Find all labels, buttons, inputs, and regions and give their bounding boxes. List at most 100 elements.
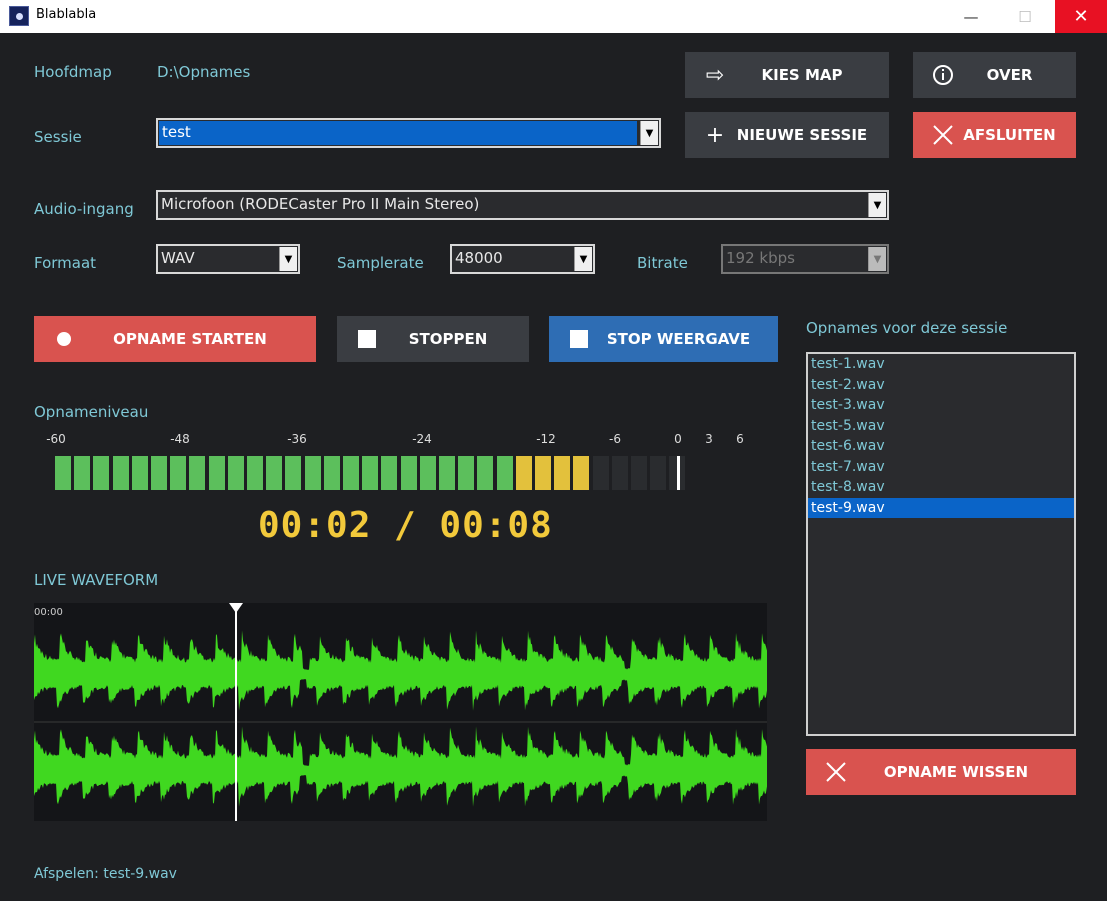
meter-segment bbox=[611, 456, 628, 490]
waveform-display[interactable]: 00:00 bbox=[34, 603, 767, 821]
sessie-dropdown-value: test bbox=[159, 121, 637, 145]
waveform-left-channel bbox=[34, 630, 767, 711]
list-item[interactable]: test-6.wav bbox=[808, 436, 1074, 457]
minimize-button[interactable]: — bbox=[948, 0, 994, 33]
meter-tick-label: -60 bbox=[46, 432, 66, 446]
title-bar: Blablabla — ☐ ✕ bbox=[0, 0, 1107, 33]
meter-segment bbox=[247, 456, 263, 490]
meter-segment bbox=[55, 456, 71, 490]
stop-square-icon bbox=[355, 327, 379, 351]
meter-tick-label: -6 bbox=[609, 432, 621, 446]
waveform-right-channel bbox=[34, 726, 767, 807]
meter-segment bbox=[554, 456, 571, 490]
meter-segment bbox=[496, 456, 513, 490]
meter-peak-marker bbox=[677, 456, 680, 490]
list-item[interactable]: test-9.wav bbox=[808, 497, 1074, 518]
kies-map-button[interactable]: ⇨ KIES MAP bbox=[685, 52, 889, 98]
chevron-down-icon[interactable]: ▼ bbox=[640, 121, 658, 145]
meter-segment bbox=[170, 456, 187, 490]
meter-segment bbox=[381, 456, 398, 490]
opnames-list-label: Opnames voor deze sessie bbox=[806, 319, 1008, 337]
stop-weergave-button[interactable]: STOP WEERGAVE bbox=[549, 316, 778, 362]
waveform-time-label: 00:00 bbox=[34, 607, 63, 618]
hoofdmap-label: Hoofdmap bbox=[34, 63, 112, 81]
audio-ingang-dropdown[interactable]: Microfoon (RODECaster Pro II Main Stereo… bbox=[156, 190, 889, 220]
playback-time: 00:02 / 00:08 bbox=[258, 505, 553, 546]
meter-segment bbox=[266, 456, 283, 490]
meter-segment bbox=[112, 456, 129, 490]
chevron-down-icon[interactable]: ▼ bbox=[574, 247, 592, 271]
record-dot-icon bbox=[52, 327, 76, 351]
meter-segment bbox=[458, 456, 475, 490]
level-meter bbox=[55, 456, 747, 490]
over-button[interactable]: OVER bbox=[913, 52, 1076, 98]
meter-tick-label: 6 bbox=[736, 432, 744, 446]
afsluiten-button[interactable]: AFSLUITEN bbox=[913, 112, 1076, 158]
formaat-label: Formaat bbox=[34, 254, 97, 272]
list-item[interactable]: test-2.wav bbox=[808, 375, 1074, 396]
chevron-down-icon: ▼ bbox=[868, 247, 886, 271]
meter-segment bbox=[151, 456, 167, 490]
stop-square-icon bbox=[567, 327, 591, 351]
chevron-down-icon[interactable]: ▼ bbox=[279, 247, 297, 271]
list-item[interactable]: test-3.wav bbox=[808, 395, 1074, 416]
sessie-dropdown[interactable]: test ▼ bbox=[156, 118, 661, 148]
meter-segment bbox=[285, 456, 302, 490]
meter-segment bbox=[592, 456, 609, 490]
maximize-button[interactable]: ☐ bbox=[1002, 0, 1048, 33]
meter-tick-label: 3 bbox=[705, 432, 713, 446]
stoppen-button[interactable]: STOPPEN bbox=[337, 316, 529, 362]
meter-segment bbox=[189, 456, 206, 490]
meter-segment bbox=[208, 456, 225, 490]
list-item[interactable]: test-5.wav bbox=[808, 416, 1074, 437]
meter-segment bbox=[650, 456, 667, 490]
close-icon bbox=[931, 123, 955, 147]
meter-segment bbox=[131, 456, 148, 490]
opname-wissen-button[interactable]: OPNAME WISSEN bbox=[806, 749, 1076, 795]
bitrate-dropdown: 192 kbps ▼ bbox=[721, 244, 889, 274]
meter-segment bbox=[362, 456, 379, 490]
meter-segment bbox=[631, 456, 647, 490]
samplerate-dropdown[interactable]: 48000 ▼ bbox=[450, 244, 595, 274]
meter-segment bbox=[323, 456, 340, 490]
audio-ingang-label: Audio-ingang bbox=[34, 200, 134, 218]
list-item[interactable]: test-7.wav bbox=[808, 457, 1074, 478]
meter-segment bbox=[515, 456, 532, 490]
meter-segment bbox=[227, 456, 244, 490]
opnameniveau-label: Opnameniveau bbox=[34, 403, 149, 421]
arrow-right-icon: ⇨ bbox=[705, 62, 725, 88]
meter-segment bbox=[439, 456, 455, 490]
app-icon bbox=[9, 6, 29, 26]
bitrate-value: 192 kbps bbox=[726, 249, 795, 267]
formaat-dropdown[interactable]: WAV ▼ bbox=[156, 244, 300, 274]
meter-segment bbox=[74, 456, 91, 490]
samplerate-label: Samplerate bbox=[337, 254, 424, 272]
bitrate-label: Bitrate bbox=[637, 254, 688, 272]
chevron-down-icon[interactable]: ▼ bbox=[868, 193, 886, 217]
audio-ingang-value: Microfoon (RODECaster Pro II Main Stereo… bbox=[161, 195, 480, 213]
opname-starten-button[interactable]: OPNAME STARTEN bbox=[34, 316, 316, 362]
status-text: Afspelen: test-9.wav bbox=[34, 866, 177, 882]
window-title: Blablabla bbox=[36, 7, 97, 22]
meter-tick-label: -12 bbox=[536, 432, 556, 446]
list-item[interactable]: test-1.wav bbox=[808, 354, 1074, 375]
meter-tick-label: -36 bbox=[287, 432, 307, 446]
info-icon bbox=[931, 63, 955, 87]
hoofdmap-path: D:\Opnames bbox=[157, 63, 251, 81]
meter-segment bbox=[304, 456, 321, 490]
live-waveform-label: LIVE WAVEFORM bbox=[34, 571, 159, 589]
nieuwe-sessie-button[interactable]: + NIEUWE SESSIE bbox=[685, 112, 889, 158]
meter-segment bbox=[400, 456, 417, 490]
meter-segment bbox=[535, 456, 551, 490]
meter-tick-label: -48 bbox=[170, 432, 190, 446]
meter-segment bbox=[93, 456, 110, 490]
close-window-button[interactable]: ✕ bbox=[1055, 0, 1107, 33]
meter-segment bbox=[573, 456, 590, 490]
list-item[interactable]: test-8.wav bbox=[808, 477, 1074, 498]
sessie-label: Sessie bbox=[34, 128, 82, 146]
meter-tick-label: 0 bbox=[674, 432, 682, 446]
plus-icon: + bbox=[705, 122, 725, 148]
close-icon bbox=[824, 760, 848, 784]
meter-tick-label: -24 bbox=[412, 432, 432, 446]
recordings-list[interactable]: test-1.wav test-2.wav test-3.wav test-5.wav… bbox=[806, 352, 1076, 736]
